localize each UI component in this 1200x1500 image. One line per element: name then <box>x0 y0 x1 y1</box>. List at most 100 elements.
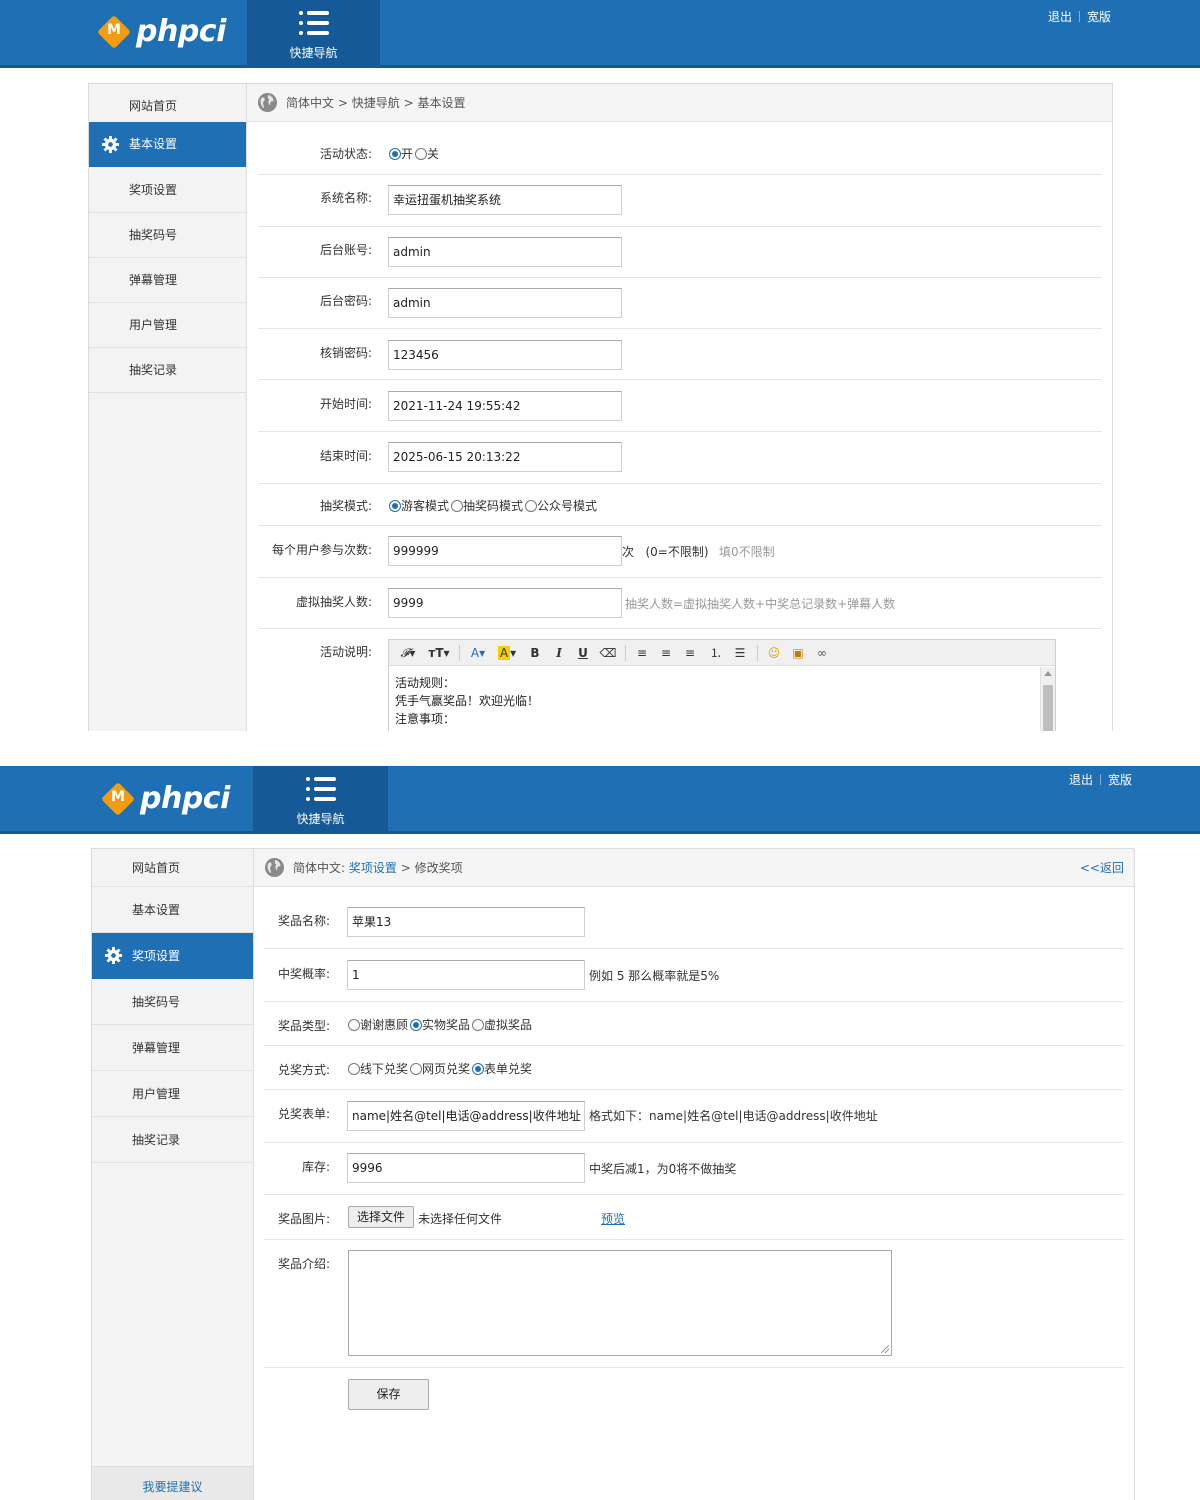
password-input[interactable]: admin <box>388 288 622 318</box>
mode-guest-label[interactable]: 游客模式 <box>401 499 449 513</box>
mode-wechat-label[interactable]: 公众号模式 <box>537 499 597 513</box>
preview-link[interactable]: 预览 <box>601 1210 625 1227</box>
sidebar-item-label: 基本设置 <box>129 137 178 151</box>
scroll-thumb[interactable] <box>1043 685 1053 731</box>
logo[interactable]: M phpci <box>97 14 226 49</box>
sidebar-item-prizes[interactable]: 奖项设置 <box>89 168 246 213</box>
logout-link[interactable]: 退出 <box>1069 773 1093 787</box>
breadcrumb: 简体中文 > 快捷导航 > 基本设置 <box>247 84 1112 122</box>
breadcrumb-root[interactable]: 简体中文: <box>293 861 345 875</box>
font-size-icon[interactable]: ᴛT▾ <box>427 644 451 662</box>
quick-nav-label: 快捷导航 <box>289 46 338 60</box>
type-virtual-label[interactable]: 虚拟奖品 <box>484 1018 532 1032</box>
italic-icon[interactable]: I <box>551 644 567 662</box>
link-icon[interactable]: ∞ <box>813 644 831 662</box>
intro-textarea[interactable] <box>348 1250 892 1356</box>
sidebar-item-users[interactable]: 用户管理 <box>89 303 246 348</box>
redeem-web-radio[interactable] <box>410 1063 423 1075</box>
status-off-label[interactable]: 关 <box>427 147 439 161</box>
font-family-icon[interactable]: 𝓕▾ <box>397 644 419 662</box>
end-time-input[interactable]: 2025-06-15 20:13:22 <box>388 442 622 472</box>
highlight-icon[interactable]: A ▾ <box>495 644 519 662</box>
sidebar-item-records[interactable]: 抽奖记录 <box>92 1117 253 1163</box>
wide-layout-link[interactable]: 宽版 <box>1108 773 1132 787</box>
editor-content[interactable]: 活动规则： 凭手气赢奖品！欢迎光临！ 注意事项： <box>395 674 539 728</box>
form-row-end: 结束时间: 2025-06-15 20:13:22 <box>258 432 1102 484</box>
status-on-label[interactable]: 开 <box>401 147 413 161</box>
image-icon[interactable]: ▣ <box>789 644 807 662</box>
form-row-mode: 抽奖模式: 游客模式 抽奖码模式 公众号模式 <box>258 484 1102 526</box>
times-hint: 填0不限制 <box>719 545 775 559</box>
sidebar-item-danmaku[interactable]: 弹幕管理 <box>92 1025 253 1071</box>
intro-label: 奖品介绍: <box>277 1257 330 1271</box>
editor-scrollbar[interactable] <box>1040 667 1055 731</box>
type-thanks-radio[interactable] <box>348 1019 360 1031</box>
form-fields-input[interactable]: name|姓名@tel|电话@address|收件地址 <box>347 1101 585 1131</box>
wide-layout-link[interactable]: 宽版 <box>1087 10 1111 24</box>
breadcrumb-root[interactable]: 简体中文 <box>286 96 334 110</box>
type-physical-radio[interactable] <box>410 1019 423 1031</box>
sidebar-item-records[interactable]: 抽奖记录 <box>89 348 246 393</box>
redeem-form-radio[interactable] <box>472 1063 485 1075</box>
align-center-icon[interactable]: ≡ <box>657 644 675 662</box>
breadcrumb-parent[interactable]: 奖项设置 <box>349 861 397 875</box>
probability-input[interactable]: 1 <box>347 960 585 990</box>
redeem-web-label[interactable]: 网页兑奖 <box>422 1062 470 1076</box>
verify-input[interactable]: 123456 <box>388 340 622 370</box>
sidebar-item-codes[interactable]: 抽奖码号 <box>92 979 253 1025</box>
sidebar-item-basic-settings[interactable]: 基本设置 <box>92 887 253 933</box>
underline-icon[interactable]: U <box>575 644 591 662</box>
align-left-icon[interactable]: ≡ <box>633 644 651 662</box>
status-on-radio[interactable] <box>389 148 401 160</box>
sidebar-item-label: 抽奖记录 <box>129 363 178 377</box>
sidebar-item-home[interactable]: 网站首页 <box>92 849 253 887</box>
stock-hint: 中奖后减1，为0将不做抽奖 <box>589 1162 737 1176</box>
mode-code-label[interactable]: 抽奖码模式 <box>463 499 523 513</box>
account-input[interactable]: admin <box>388 237 622 267</box>
eraser-icon[interactable]: ⌫ <box>599 644 617 662</box>
sidebar-item-prizes[interactable]: 奖项设置 <box>92 933 253 979</box>
virtual-input[interactable]: 9999 <box>388 588 622 618</box>
quick-nav-button[interactable]: 快捷导航 <box>253 766 388 834</box>
emoji-icon[interactable]: ☺ <box>765 644 783 662</box>
logo[interactable]: M phpci <box>101 781 230 816</box>
prize-name-input[interactable]: 苹果13 <box>347 907 585 937</box>
logout-link[interactable]: 退出 <box>1048 10 1072 24</box>
mode-code-radio[interactable] <box>451 500 464 512</box>
redeem-offline-label[interactable]: 线下兑奖 <box>360 1062 408 1076</box>
times-input[interactable]: 999999 <box>388 536 622 566</box>
ordered-list-icon[interactable]: ⒈ <box>707 644 725 662</box>
start-time-input[interactable]: 2021-11-24 19:55:42 <box>388 391 622 421</box>
scroll-up-icon[interactable] <box>1044 671 1052 676</box>
back-link[interactable]: <<返回 <box>1080 849 1124 887</box>
stock-input[interactable]: 9996 <box>347 1153 585 1183</box>
breadcrumb-separator: > <box>403 96 414 110</box>
sidebar-item-basic-settings[interactable]: 基本设置 <box>89 122 246 167</box>
rich-text-editor[interactable]: 𝓕▾ ᴛT▾ A▾ A ▾ B I U ⌫ ≡ ≡ ≡ ⒈ ☰ ☺ ▣ ∞ 活动规… <box>388 639 1056 731</box>
align-right-icon[interactable]: ≡ <box>681 644 699 662</box>
unordered-list-icon[interactable]: ☰ <box>731 644 749 662</box>
status-off-radio[interactable] <box>415 148 428 160</box>
end-label: 结束时间: <box>319 449 372 463</box>
choose-file-button[interactable]: 选择文件 <box>348 1206 414 1228</box>
type-physical-label[interactable]: 实物奖品 <box>422 1018 470 1032</box>
mode-wechat-radio[interactable] <box>525 500 538 512</box>
breadcrumb-parent[interactable]: 快捷导航 <box>352 96 400 110</box>
bold-icon[interactable]: B <box>527 644 543 662</box>
sidebar-item-users[interactable]: 用户管理 <box>92 1071 253 1117</box>
type-virtual-radio[interactable] <box>472 1019 485 1031</box>
quick-nav-button[interactable]: 快捷导航 <box>247 0 380 68</box>
save-button[interactable]: 保存 <box>348 1379 429 1410</box>
sidebar-item-codes[interactable]: 抽奖码号 <box>89 213 246 258</box>
suggest-link[interactable]: 我要提建议 <box>92 1466 253 1500</box>
redeem-offline-radio[interactable] <box>348 1063 360 1075</box>
sysname-input[interactable]: 幸运扭蛋机抽奖系统 <box>388 185 622 215</box>
type-thanks-label[interactable]: 谢谢惠顾 <box>360 1018 408 1032</box>
font-color-icon[interactable]: A▾ <box>467 644 489 662</box>
mode-guest-radio[interactable] <box>389 500 401 512</box>
logo-text: phpci <box>136 14 226 49</box>
form-row-image: 奖品图片: 选择文件 未选择任何文件 预览 <box>264 1195 1124 1240</box>
redeem-form-label[interactable]: 表单兑奖 <box>484 1062 532 1076</box>
resize-grip-icon[interactable] <box>881 1345 889 1353</box>
sidebar-item-danmaku[interactable]: 弹幕管理 <box>89 258 246 303</box>
